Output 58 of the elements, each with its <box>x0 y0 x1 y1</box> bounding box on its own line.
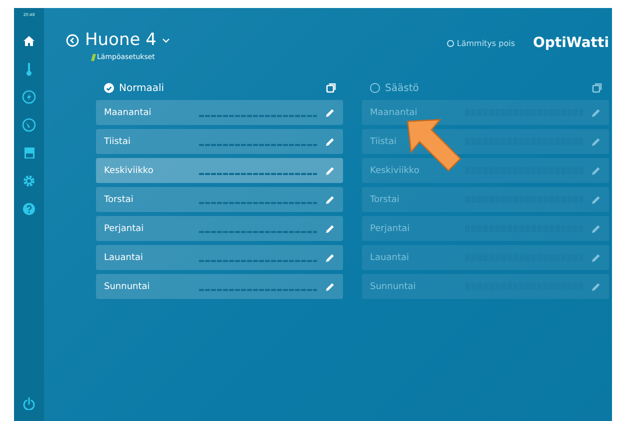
day-name: Lauantai <box>104 252 144 262</box>
pencil-icon[interactable] <box>325 224 335 234</box>
logo-text: OptiWatti <box>533 35 609 51</box>
home-icon <box>23 35 35 47</box>
thermometer-icon <box>25 62 33 76</box>
day-name: Perjantai <box>370 224 411 234</box>
day-name: Keskiviikko <box>370 166 420 176</box>
day-row[interactable]: Perjantai <box>96 216 343 241</box>
pencil-icon[interactable] <box>325 194 335 204</box>
help-icon <box>23 203 35 215</box>
settings-icon <box>23 175 35 187</box>
day-row[interactable]: Maanantai <box>96 100 343 125</box>
pencil-icon[interactable] <box>325 166 335 176</box>
pencil-icon[interactable] <box>591 252 601 262</box>
chevron-down-icon[interactable] <box>162 38 170 42</box>
day-name: Lauantai <box>370 252 410 262</box>
day-name: Maanantai <box>104 108 152 118</box>
day-row[interactable]: Lauantai <box>362 245 609 270</box>
room-title[interactable]: Huone 4 <box>85 30 156 50</box>
pencil-icon[interactable] <box>325 282 335 292</box>
day-name: Tiistai <box>370 136 398 146</box>
pencil-icon[interactable] <box>591 194 601 204</box>
day-row[interactable]: Maanantai <box>362 100 609 125</box>
day-name: Sunnuntai <box>104 282 151 292</box>
pencil-icon[interactable] <box>591 166 601 176</box>
leaf-icon <box>91 54 96 60</box>
calendar-icon <box>24 147 34 159</box>
pencil-icon[interactable] <box>591 136 601 146</box>
day-row[interactable]: Keskiviikko <box>362 158 609 183</box>
day-row[interactable]: Tiistai <box>96 129 343 154</box>
day-name: Maanantai <box>370 108 418 118</box>
day-row[interactable]: Torstai <box>96 187 343 212</box>
gauge-icon <box>22 118 36 132</box>
copy-icon[interactable] <box>592 83 602 93</box>
pencil-icon[interactable] <box>325 136 335 146</box>
day-row[interactable]: Sunnuntai <box>96 274 343 299</box>
pencil-icon[interactable] <box>325 108 335 118</box>
day-name: Torstai <box>104 194 134 204</box>
day-row[interactable]: Lauantai <box>96 245 343 270</box>
pencil-icon[interactable] <box>325 252 335 262</box>
profile-radio[interactable]: Säästö <box>370 82 419 94</box>
day-name: Perjantai <box>104 224 145 234</box>
day-row[interactable]: Torstai <box>362 187 609 212</box>
power-icon <box>23 396 35 410</box>
pencil-icon[interactable] <box>591 224 601 234</box>
day-name: Torstai <box>370 194 400 204</box>
heating-off-radio[interactable]: Lämmitys pois <box>446 38 515 48</box>
check-icon <box>106 86 112 90</box>
pencil-icon[interactable] <box>591 108 601 118</box>
lightning-circle-icon <box>22 90 36 104</box>
day-row[interactable]: Perjantai <box>362 216 609 241</box>
profile-radio[interactable]: Normaali <box>104 82 164 94</box>
day-row[interactable]: Keskiviikko <box>96 158 343 183</box>
back-icon[interactable] <box>66 34 79 46</box>
day-name: Keskiviikko <box>104 166 154 176</box>
pencil-icon[interactable] <box>591 282 601 292</box>
day-name: Tiistai <box>104 136 132 146</box>
day-name: Sunnuntai <box>370 282 417 292</box>
